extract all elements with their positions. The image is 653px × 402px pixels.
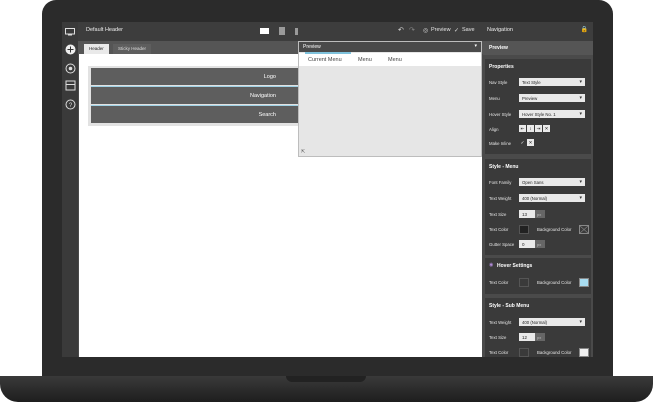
tab-sticky-header[interactable]: Sticky Header [113,44,152,54]
preview-icon: ◎ [423,28,429,34]
style-submenu-section: Style - Sub Menu Text Weight 400 (Normal… [485,298,591,357]
mobile-device-icon[interactable] [292,27,301,35]
undo-icon[interactable]: ↶ [398,26,404,34]
gutter-space-input[interactable]: 0 [519,240,535,248]
preview-menu-item[interactable]: Menu [388,57,402,63]
header-row-navigation[interactable]: Navigation [91,87,300,104]
align-center-icon[interactable]: ↕ [527,125,534,132]
resize-handle-icon[interactable]: ⇱ [301,149,305,155]
panel-title: Navigation [487,27,513,33]
background-color-label: Background Color [537,227,572,232]
style-menu-section: Style - Menu Font Family Open Sans Text … [485,159,591,255]
text-weight-select[interactable]: 400 (Normal) [519,194,585,202]
page-title: Default Header [86,27,123,33]
text-size-unit: px [535,210,545,218]
submenu-text-size-input[interactable]: 12 [519,333,535,341]
preview-titlebar: Preview ▾ [299,42,481,52]
submenu-background-color-swatch[interactable] [579,348,589,357]
text-size-label: Text Size [489,212,507,217]
tablet-device-icon[interactable] [277,27,286,35]
submenu-text-weight-label: Text Weight [489,320,512,325]
menu-select[interactable]: Preview [519,94,585,102]
left-rail: ? [62,22,78,357]
hover-text-color-swatch[interactable] [519,278,529,287]
section-title: Style - Menu [489,164,519,170]
save-button[interactable]: Save [462,27,475,33]
panel-header: Navigation 🔒 [483,22,593,41]
layout-icon[interactable] [64,79,76,91]
align-none-icon[interactable]: ✕ [543,125,550,132]
text-size-input[interactable]: 13 [519,210,535,218]
hover-style-label: Hover Style [489,112,512,117]
make-inline-label: Make Inline [489,141,511,146]
properties-section: Properties Nav Style Text Style Menu Pre… [485,59,591,154]
header-row-logo[interactable]: Logo [91,68,300,85]
app-screen: ? Default Header ↶ ↷ ◎ Preview ✓ Save He… [62,22,593,357]
preview-window: Preview ▾ Current Menu Menu Menu ⇱ [298,41,482,157]
submenu-text-weight-select[interactable]: 400 (Normal) [519,318,585,326]
hover-background-color-label: Background Color [537,280,572,285]
background-color-swatch[interactable] [579,225,589,234]
header-row-search[interactable]: Search [91,106,300,123]
hover-style-select[interactable]: Hover Style No. 1 [519,110,585,118]
submenu-text-color-label: Text Color [489,350,509,355]
hover-settings-section: ◉ Hover Settings Text Color Background C… [485,258,591,294]
align-left-icon[interactable]: ⇤ [519,125,526,132]
preview-menu-item[interactable]: Current Menu [308,57,342,63]
text-color-label: Text Color [489,227,509,232]
save-icon: ✓ [454,28,460,34]
align-label: Align [489,127,499,132]
submenu-background-color-label: Background Color [537,350,572,355]
header-layout: Logo Navigation Search [88,66,300,126]
checkmark-icon[interactable]: ✓ [519,139,526,146]
submenu-text-size-label: Text Size [489,335,507,340]
hover-text-color-label: Text Color [489,280,509,285]
text-color-swatch[interactable] [519,225,529,234]
section-title: Properties [489,64,514,70]
preview-button[interactable]: Preview [431,27,451,33]
laptop-notch [286,376,366,382]
section-title: Hover Settings [497,263,533,269]
top-toolbar: Default Header ↶ ↷ ◎ Preview ✓ Save [78,22,483,41]
add-icon[interactable] [64,43,76,55]
active-menu-indicator [305,52,351,54]
text-weight-label: Text Weight [489,196,512,201]
chevron-down-icon[interactable]: ▾ [474,43,477,49]
lock-icon[interactable]: 🔒 [581,26,588,33]
properties-panel: Navigation 🔒 Preview Properties Nav Styl… [483,22,593,357]
panel-preview-strip[interactable]: Preview [483,41,593,55]
gutter-space-unit: px [535,240,545,248]
redo-icon[interactable]: ↷ [409,26,415,34]
help-icon[interactable]: ? [64,98,76,110]
desktop-view-icon[interactable] [64,26,76,38]
menu-label: Menu [489,96,500,101]
hover-icon: ◉ [489,262,494,268]
submenu-text-size-unit: px [535,333,545,341]
settings-icon[interactable] [64,62,76,74]
preview-title: Preview [303,44,321,50]
align-right-icon[interactable]: ⇥ [535,125,542,132]
gutter-space-label: Gutter Space [489,242,515,247]
section-title: Style - Sub Menu [489,303,530,309]
panel-preview-label: Preview [489,45,508,51]
font-family-label: Font Family [489,180,512,185]
close-icon[interactable]: ✕ [527,139,534,146]
desktop-device-icon[interactable] [260,27,269,35]
svg-text:?: ? [68,103,72,109]
hover-background-color-swatch[interactable] [579,278,589,287]
submenu-text-color-swatch[interactable] [519,348,529,357]
tab-header[interactable]: Header [84,44,109,54]
nav-style-select[interactable]: Text Style [519,78,585,86]
font-family-select[interactable]: Open Sans [519,178,585,186]
nav-style-label: Nav Style [489,80,508,85]
preview-menu-item[interactable]: Menu [358,57,372,63]
